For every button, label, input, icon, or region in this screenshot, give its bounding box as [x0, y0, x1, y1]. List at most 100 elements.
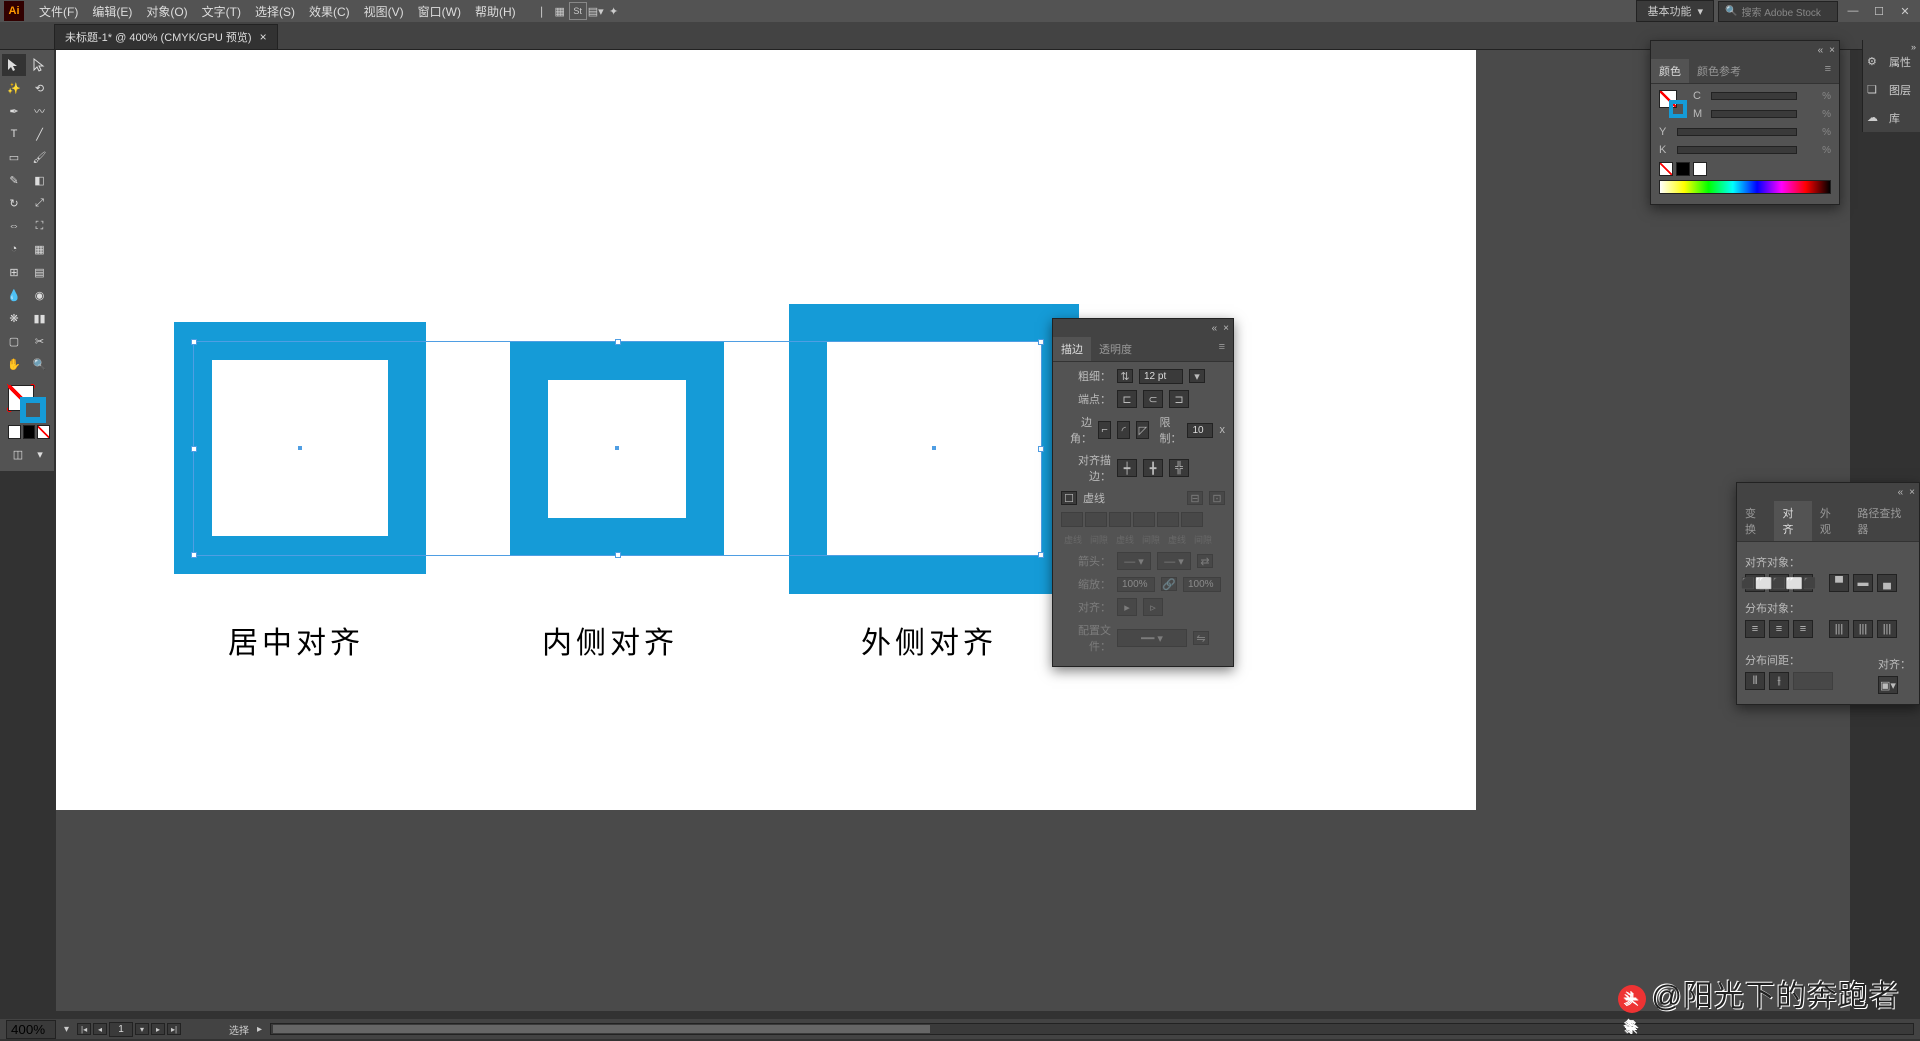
free-transform-tool-icon[interactable]: ⛶	[28, 215, 52, 237]
miter-limit-input[interactable]	[1187, 423, 1213, 438]
magic-wand-tool-icon[interactable]: ✨	[2, 77, 26, 99]
align-stroke-outside-icon[interactable]: ╬	[1169, 459, 1189, 477]
eyedropper-tool-icon[interactable]: 💧	[2, 284, 26, 306]
stroke-weight-input[interactable]	[1139, 369, 1183, 384]
dock-expand-icon[interactable]: »	[1911, 42, 1916, 46]
align-stroke-center-icon[interactable]: ┿	[1117, 459, 1137, 477]
fill-stroke-swatch[interactable]: ◫ ▾	[2, 381, 52, 467]
gradient-tool-icon[interactable]: ▤	[28, 261, 52, 283]
align-right-icon[interactable]: ⬜⬛	[1793, 574, 1813, 592]
horizontal-scrollbar[interactable]	[270, 1023, 1914, 1035]
document-tab[interactable]: 未标题-1* @ 400% (CMYK/GPU 预览) ×	[54, 24, 278, 49]
link-icon[interactable]: 🔗	[1161, 577, 1177, 591]
draw-mode-icon[interactable]: ◫	[8, 443, 28, 465]
menu-window[interactable]: 窗口(W)	[411, 3, 468, 20]
slider-y[interactable]	[1677, 128, 1797, 136]
shaper-tool-icon[interactable]: ✎	[2, 169, 26, 191]
slider-m[interactable]	[1711, 110, 1797, 118]
menu-select[interactable]: 选择(S)	[248, 3, 302, 20]
panel-header[interactable]: «×	[1651, 41, 1839, 59]
type-tool-icon[interactable]: T	[2, 123, 26, 145]
window-minimize-icon[interactable]: —	[1842, 2, 1864, 20]
dist-right-icon[interactable]: |||	[1877, 620, 1897, 638]
tab-transparency[interactable]: 透明度	[1091, 337, 1140, 361]
nav-next-icon[interactable]: ▸	[151, 1023, 165, 1035]
panel-collapse-icon[interactable]: «	[1212, 323, 1218, 334]
arrow-scale-start[interactable]	[1117, 577, 1155, 592]
panel-collapse-icon[interactable]: «	[1898, 487, 1904, 498]
cap-projecting-icon[interactable]: ⊐	[1169, 390, 1189, 408]
dashed-checkbox[interactable]: ☐	[1061, 491, 1077, 505]
spacing-input[interactable]	[1793, 672, 1833, 690]
curvature-tool-icon[interactable]: 〰	[28, 100, 52, 122]
column-graph-tool-icon[interactable]: ▮▮	[28, 307, 52, 329]
slider-k[interactable]	[1677, 146, 1797, 154]
chevron-down-icon[interactable]: ▾	[64, 1024, 69, 1035]
blend-tool-icon[interactable]: ◉	[28, 284, 52, 306]
white-swatch-icon[interactable]	[1693, 162, 1707, 176]
eraser-tool-icon[interactable]: ◧	[28, 169, 52, 191]
profile-flip-icon[interactable]: ⇋	[1193, 631, 1209, 645]
black-swatch-icon[interactable]	[1676, 162, 1690, 176]
cap-butt-icon[interactable]: ⊏	[1117, 390, 1137, 408]
menu-object[interactable]: 对象(O)	[139, 3, 194, 20]
color-mode-icon[interactable]	[8, 425, 21, 439]
artboard-tool-icon[interactable]: ▢	[2, 330, 26, 352]
search-adobe-stock[interactable]: 🔍搜索 Adobe Stock	[1718, 1, 1838, 22]
tab-color-guide[interactable]: 颜色参考	[1689, 59, 1749, 83]
screen-mode-icon[interactable]: ▾	[30, 443, 50, 465]
dash-input[interactable]	[1157, 512, 1179, 527]
zoom-input[interactable]	[6, 1020, 56, 1039]
nav-prev-icon[interactable]: ◂	[93, 1023, 107, 1035]
tab-stroke[interactable]: 描边	[1053, 337, 1091, 361]
arrow-start-select[interactable]: — ▾	[1117, 552, 1151, 570]
tab-align[interactable]: 对齐	[1774, 501, 1811, 541]
panel-close-icon[interactable]: ×	[1223, 323, 1229, 334]
artboard-number-input[interactable]	[109, 1022, 133, 1037]
gradient-mode-icon[interactable]	[23, 425, 36, 439]
line-tool-icon[interactable]: ╱	[28, 123, 52, 145]
stepper-icon[interactable]: ⇅	[1117, 369, 1133, 383]
color-spectrum[interactable]	[1659, 180, 1831, 194]
align-hcenter-icon[interactable]: ⬜⬛⬜	[1769, 574, 1789, 592]
corner-round-icon[interactable]: ◜	[1117, 421, 1130, 439]
status-menu-icon[interactable]: ▸	[257, 1024, 262, 1035]
rectangle-tool-icon[interactable]: ▭	[2, 146, 26, 168]
dock-layers[interactable]: ❏图层	[1863, 76, 1920, 104]
chevron-down-icon[interactable]: ▾	[1189, 369, 1205, 383]
align-vcenter-icon[interactable]: ▬	[1853, 574, 1873, 592]
stroke-swatch[interactable]	[20, 397, 46, 423]
dist-top-icon[interactable]: ≡	[1745, 620, 1765, 638]
lasso-tool-icon[interactable]: ⟲	[28, 77, 52, 99]
tab-pathfinder[interactable]: 路径查找器	[1849, 501, 1919, 541]
menu-type[interactable]: 文字(T)	[195, 3, 248, 20]
menu-effect[interactable]: 效果(C)	[302, 3, 357, 20]
dist-bottom-icon[interactable]: ≡	[1793, 620, 1813, 638]
panel-menu-icon[interactable]: ≡	[1211, 337, 1233, 361]
workspace-switcher[interactable]: 基本功能▾	[1636, 0, 1714, 22]
arrow-end-select[interactable]: — ▾	[1157, 552, 1191, 570]
pen-tool-icon[interactable]: ✒	[2, 100, 26, 122]
nav-last-icon[interactable]: ▸|	[167, 1023, 181, 1035]
toolbar-gpu-icon[interactable]: ✦	[605, 2, 623, 20]
tab-transform[interactable]: 变换	[1737, 501, 1774, 541]
paintbrush-tool-icon[interactable]: 🖌	[28, 146, 52, 168]
toolbar-doc-setup-icon[interactable]: ▦	[551, 2, 569, 20]
slider-c[interactable]	[1711, 92, 1797, 100]
perspective-tool-icon[interactable]: ▦	[28, 238, 52, 260]
tab-color[interactable]: 颜色	[1651, 59, 1689, 83]
rotate-tool-icon[interactable]: ↻	[2, 192, 26, 214]
slice-tool-icon[interactable]: ✂	[28, 330, 52, 352]
scale-tool-icon[interactable]: ⤢	[28, 192, 52, 214]
dock-properties[interactable]: ⚙属性	[1863, 48, 1920, 76]
dist-vcenter-icon[interactable]: ≡	[1769, 620, 1789, 638]
window-close-icon[interactable]: ✕	[1894, 2, 1916, 20]
dist-hcenter-icon[interactable]: |||	[1853, 620, 1873, 638]
menu-help[interactable]: 帮助(H)	[468, 3, 523, 20]
selection-tool-icon[interactable]	[2, 54, 26, 76]
align-to-selection-icon[interactable]: ▣▾	[1878, 676, 1898, 694]
panel-close-icon[interactable]: ×	[1829, 45, 1835, 56]
panel-collapse-icon[interactable]: «	[1818, 45, 1824, 56]
tab-appearance[interactable]: 外观	[1812, 501, 1849, 541]
window-maximize-icon[interactable]: ☐	[1868, 2, 1890, 20]
